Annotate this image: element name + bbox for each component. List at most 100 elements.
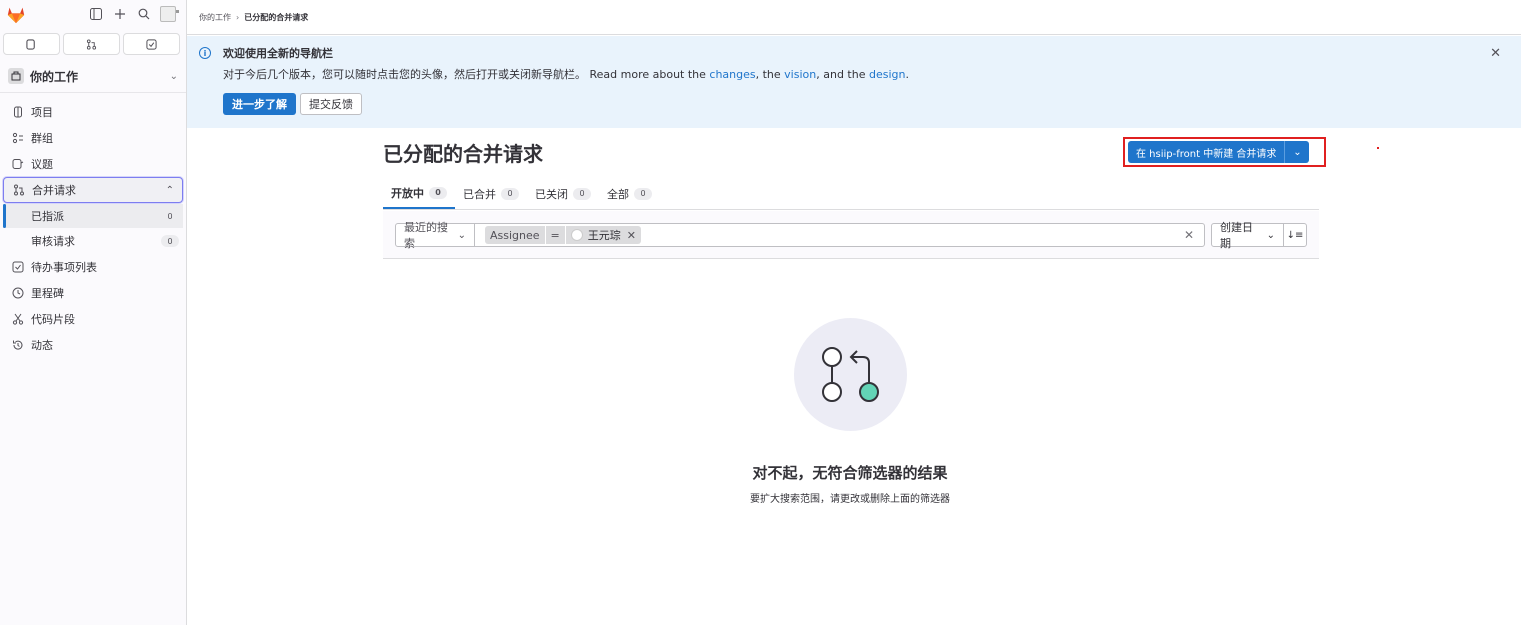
count-badge: 0: [501, 187, 519, 200]
merge-requests-counter-button[interactable]: [63, 33, 120, 55]
close-icon[interactable]: ✕: [1490, 46, 1501, 61]
search-icon[interactable]: [136, 6, 152, 22]
project-icon: [11, 106, 25, 118]
merge-request-illustration-icon: [822, 347, 879, 402]
tab-label: 开放中: [391, 186, 424, 200]
new-merge-request-button[interactable]: 在 hsiip-front 中新建 合并请求: [1128, 141, 1285, 163]
chevron-down-icon: ⌄: [1266, 229, 1275, 241]
filter-token-value: 王元琮 ✕: [565, 226, 641, 244]
milestone-icon: [11, 287, 25, 299]
close-icon[interactable]: ✕: [627, 229, 636, 242]
recent-searches-label: 最近的搜索: [404, 221, 448, 250]
plus-icon[interactable]: [112, 6, 128, 22]
gitlab-logo-icon[interactable]: [6, 6, 26, 24]
collapse-sidebar-icon[interactable]: [88, 6, 104, 22]
breadcrumb-parent-link[interactable]: 你的工作: [199, 12, 231, 23]
sidebar-item-milestones[interactable]: 里程碑: [3, 280, 183, 306]
sidebar-subitem-assigned[interactable]: 已指派 0: [3, 204, 183, 228]
tab-closed[interactable]: 已关闭 0: [527, 178, 599, 209]
sidebar-item-groups[interactable]: 群组: [3, 125, 183, 151]
todo-counter-button[interactable]: [123, 33, 180, 55]
sidebar-item-label: 群组: [31, 132, 53, 145]
app-root: 你的工作 ⌄ 项目 群组 议题 合并请求 ⌃ 已指派 0 审核请求 0 待办事项…: [0, 0, 1521, 625]
chevron-up-icon: ⌃: [165, 184, 174, 196]
sidebar-item-snippets[interactable]: 代码片段: [3, 306, 183, 332]
sidebar-item-label: 代码片段: [31, 313, 75, 326]
avatar[interactable]: [160, 6, 179, 22]
banner-sep-2: , and the: [816, 68, 869, 81]
tab-opened[interactable]: 开放中 0: [383, 178, 455, 209]
new-merge-request-highlight: 在 hsiip-front 中新建 合并请求 ⌄: [1123, 137, 1326, 167]
sidebar-item-label: 里程碑: [31, 287, 64, 300]
banner-body-text: 对于今后几个版本，您可以随时点击您的头像，然后打开或关闭新导航栏。 Read m…: [223, 68, 710, 81]
issues-counter-button[interactable]: [3, 33, 60, 55]
sort-direction-icon: ↓≡: [1286, 229, 1304, 241]
chevron-down-icon: ⌄: [457, 229, 466, 241]
sidebar-item-merge-requests[interactable]: 合并请求 ⌃: [3, 177, 183, 203]
provide-feedback-button[interactable]: 提交反馈: [300, 93, 362, 115]
context-switcher-label: 你的工作: [30, 69, 79, 84]
filter-token-value-text: 王元琮: [587, 229, 621, 242]
filtered-search-input[interactable]: Assignee = 王元琮 ✕ ✕: [474, 223, 1205, 247]
work-items-icon: [8, 68, 24, 84]
tab-merged[interactable]: 已合并 0: [455, 178, 527, 209]
sort-label: 创建日期: [1220, 221, 1253, 250]
tab-all[interactable]: 全部 0: [599, 178, 660, 209]
sidebar-subitem-label: 已指派: [31, 210, 64, 223]
snippet-icon: [11, 313, 25, 325]
tab-label: 全部: [607, 187, 629, 201]
recent-searches-dropdown[interactable]: 最近的搜索 ⌄: [395, 221, 475, 250]
todo-icon: [11, 261, 25, 273]
group-icon: [11, 132, 25, 144]
breadcrumb-current[interactable]: 已分配的合并请求: [244, 12, 308, 23]
chevron-down-icon: ⌄: [169, 70, 178, 82]
sort-dropdown[interactable]: 创建日期 ⌄: [1211, 221, 1284, 250]
banner-body: 对于今后几个版本，您可以随时点击您的头像，然后打开或关闭新导航栏。 Read m…: [223, 66, 909, 82]
count-badge: 0: [429, 186, 447, 199]
filter-token-operator: =: [545, 226, 565, 244]
chevron-right-icon: ›: [236, 12, 240, 22]
count-badge: 0: [161, 210, 179, 222]
new-merge-request-split-button: 在 hsiip-front 中新建 合并请求 ⌄: [1128, 141, 1321, 163]
sidebar-counter-tabs: [0, 30, 186, 58]
sidebar-item-issues[interactable]: 议题: [3, 151, 183, 177]
sidebar-item-label: 动态: [31, 339, 53, 352]
issues-icon: [11, 158, 25, 170]
merge-request-icon: [86, 38, 97, 50]
sidebar-item-todo[interactable]: 待办事项列表: [3, 254, 183, 280]
learn-more-button[interactable]: 进一步了解: [223, 93, 296, 115]
sidebar-item-label: 议题: [31, 158, 53, 171]
sidebar-subitem-review-requests[interactable]: 审核请求 0: [3, 229, 183, 253]
sort-direction-button[interactable]: ↓≡: [1283, 223, 1307, 247]
chevron-down-icon[interactable]: ⌄: [1284, 141, 1310, 163]
empty-state-illustration: [794, 318, 907, 431]
sidebar-item-activity[interactable]: 动态: [3, 332, 183, 358]
activity-icon: [11, 339, 25, 351]
banner-suffix: .: [905, 68, 909, 81]
vision-link[interactable]: vision: [784, 68, 816, 81]
empty-state-description: 要扩大搜索范围，请更改或删除上面的筛选器: [750, 494, 950, 505]
banner-sep-1: , the: [755, 68, 785, 81]
changes-link[interactable]: changes: [709, 68, 755, 81]
clear-search-icon[interactable]: ✕: [1184, 228, 1194, 242]
sidebar-item-label: 待办事项列表: [31, 261, 97, 274]
banner-title: 欢迎使用全新的导航栏: [223, 47, 333, 60]
count-badge: 0: [161, 235, 179, 247]
sidebar-tools: [88, 6, 179, 22]
breadcrumb: 你的工作 › 已分配的合并请求: [187, 0, 1521, 35]
tab-label: 已关闭: [535, 187, 568, 201]
empty-state-title: 对不起，无符合筛选器的结果: [752, 464, 948, 482]
sidebar-item-projects[interactable]: 项目: [3, 99, 183, 125]
filter-bar: 最近的搜索 ⌄ Assignee = 王元琮 ✕ ✕ 创建日期 ⌄ ↓≡: [383, 211, 1319, 259]
context-switcher[interactable]: 你的工作 ⌄: [2, 63, 184, 89]
todo-icon: [146, 38, 157, 50]
sidebar-item-label: 项目: [31, 106, 53, 119]
issues-icon: [26, 38, 35, 50]
design-link[interactable]: design: [869, 68, 906, 81]
filter-token[interactable]: Assignee = 王元琮 ✕: [485, 226, 641, 244]
count-badge: 0: [634, 187, 652, 200]
info-icon: i: [199, 47, 211, 59]
sidebar: 你的工作 ⌄ 项目 群组 议题 合并请求 ⌃ 已指派 0 审核请求 0 待办事项…: [0, 0, 187, 625]
state-tabs: 开放中 0 已合并 0 已关闭 0 全部 0: [383, 178, 1319, 210]
sidebar-top: [0, 0, 186, 30]
